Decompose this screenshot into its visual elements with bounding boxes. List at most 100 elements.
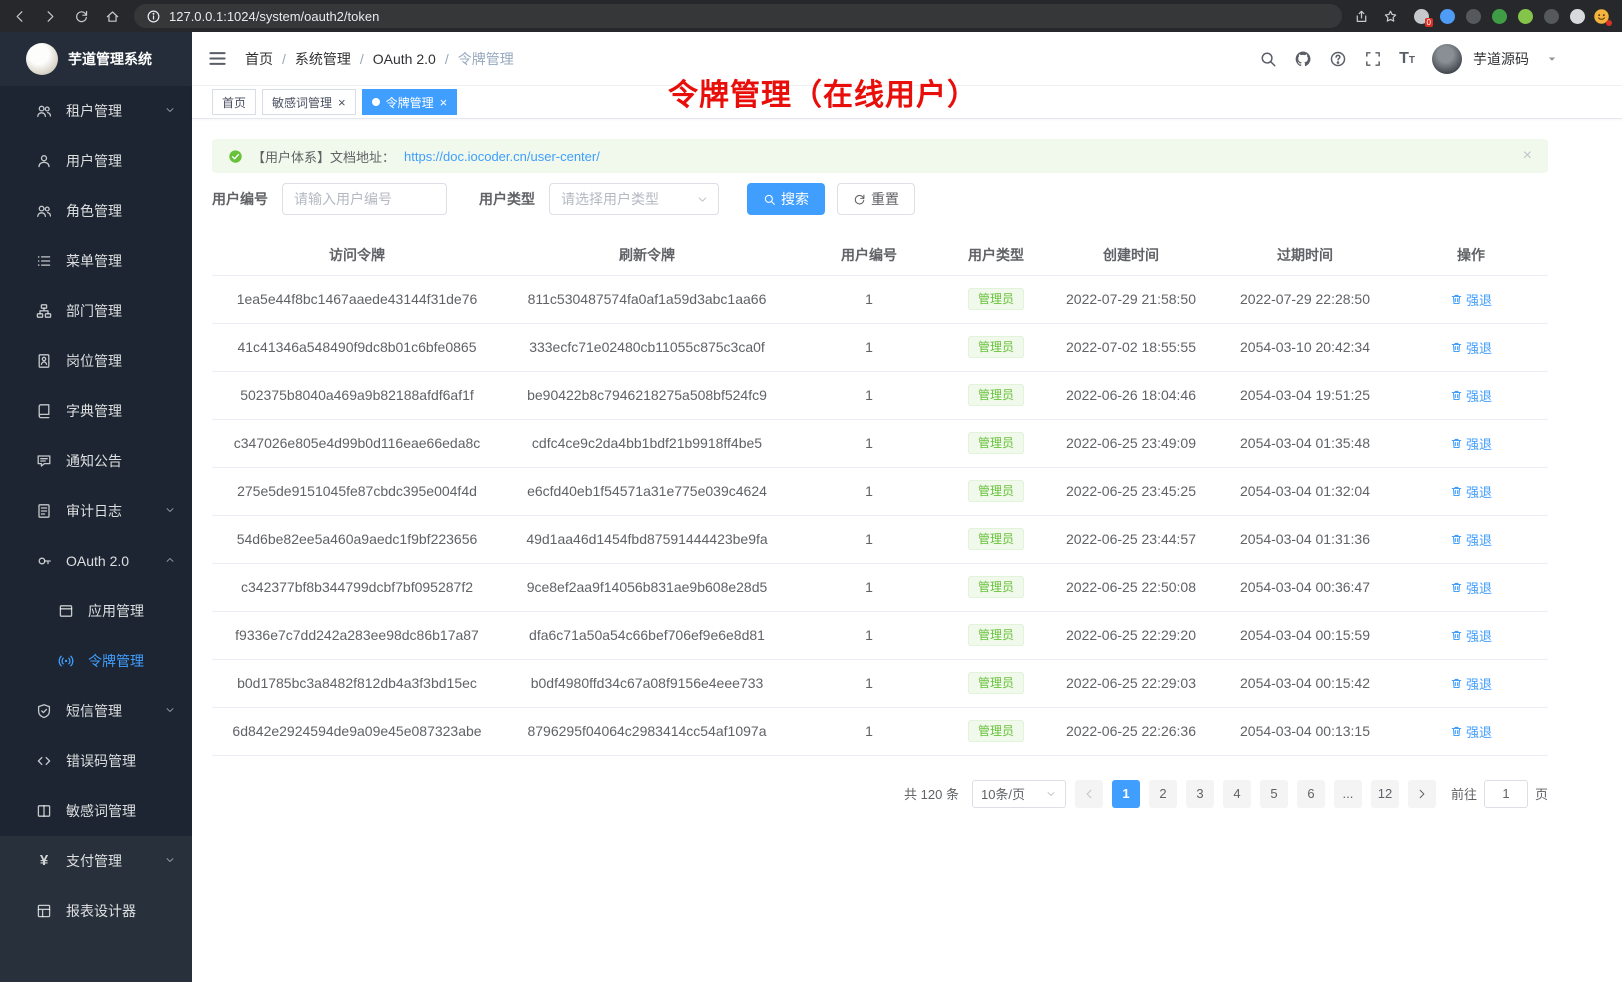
user-id-cell: 1 [792, 371, 946, 419]
column-header: 刷新令牌 [502, 235, 792, 275]
extension-2-icon[interactable] [1440, 9, 1455, 24]
tab-token[interactable]: 令牌管理× [362, 89, 458, 115]
tab-sensitive-word[interactable]: 敏感词管理× [262, 89, 356, 115]
refresh-token-cell: 811c530487574fa0af1a59d3abc1aa66 [502, 275, 792, 323]
reset-button[interactable]: 重置 [837, 183, 915, 215]
sidebar-item-post[interactable]: 岗位管理 [0, 336, 192, 386]
force-logout-button[interactable]: 强退 [1450, 434, 1492, 453]
page-button-5[interactable]: 5 [1260, 780, 1288, 808]
user-avatar[interactable] [1432, 44, 1462, 74]
sidebar-item-notice[interactable]: 通知公告 [0, 436, 192, 486]
page-button-12[interactable]: 12 [1371, 780, 1399, 808]
sidebar-item-report-designer[interactable]: 报表设计器 [0, 886, 192, 936]
force-logout-button[interactable]: 强退 [1450, 482, 1492, 501]
breadcrumb-item[interactable]: OAuth 2.0 [373, 51, 436, 67]
help-icon[interactable] [1329, 50, 1347, 68]
browser-profile-avatar[interactable] [1593, 8, 1610, 25]
page-button-2[interactable]: 2 [1149, 780, 1177, 808]
sidebar-item-user[interactable]: 用户管理 [0, 136, 192, 186]
force-logout-button[interactable]: 强退 [1450, 626, 1492, 645]
sidebar-item-menu[interactable]: 菜单管理 [0, 236, 192, 286]
extension-3-icon[interactable] [1466, 9, 1481, 24]
hamburger-icon[interactable] [208, 49, 227, 68]
fullscreen-icon[interactable] [1364, 50, 1382, 68]
caret-down-icon[interactable] [1546, 53, 1558, 65]
sidebar-item-dict[interactable]: 字典管理 [0, 386, 192, 436]
sidebar-item-oauth2-app[interactable]: 应用管理 [0, 586, 192, 636]
sidebar-item-sms[interactable]: 短信管理 [0, 686, 192, 736]
access-token-cell: b0d1785bc3a8482f812db4a3f3bd15ec [212, 659, 502, 707]
sidebar-item-dept[interactable]: 部门管理 [0, 286, 192, 336]
reload-icon[interactable] [74, 9, 89, 24]
font-size-icon[interactable]: TT [1399, 50, 1415, 68]
sidebar-item-audit-log[interactable]: 审计日志 [0, 486, 192, 536]
force-logout-label: 强退 [1466, 482, 1492, 501]
info-icon[interactable] [146, 9, 161, 24]
app-logo[interactable]: 芋道管理系统 [0, 32, 192, 86]
tab-home[interactable]: 首页 [212, 89, 256, 115]
create-time-cell: 2022-06-25 22:26:36 [1046, 707, 1216, 755]
sidebar-item-tenant[interactable]: 租户管理 [0, 86, 192, 136]
user-type-cell: 管理员 [946, 515, 1046, 563]
trash-icon [1450, 533, 1463, 546]
sidebar-item-label: 审计日志 [66, 501, 150, 521]
close-icon[interactable]: × [338, 96, 346, 109]
extension-7-icon[interactable] [1570, 9, 1585, 24]
force-logout-button[interactable]: 强退 [1450, 338, 1492, 357]
forward-icon[interactable] [43, 9, 58, 24]
prev-page-button[interactable] [1075, 780, 1103, 808]
force-logout-button[interactable]: 强退 [1450, 290, 1492, 309]
page-size-select[interactable]: 10条/页 [972, 780, 1066, 808]
url-bar[interactable]: 127.0.0.1:1024/system/oauth2/token [134, 4, 1342, 28]
page-button-6[interactable]: 6 [1297, 780, 1325, 808]
sidebar-item-role[interactable]: 角色管理 [0, 186, 192, 236]
table-row: 502375b8040a469a9b82188afdf6af1fbe90422b… [212, 371, 1548, 419]
app-title: 芋道管理系统 [68, 49, 152, 69]
extension-1-icon[interactable]: 0 [1414, 9, 1429, 24]
user-name[interactable]: 芋道源码 [1473, 49, 1529, 69]
action-cell: 强退 [1394, 275, 1548, 323]
sidebar-item-payment[interactable]: ¥支付管理 [0, 836, 192, 886]
extension-6-icon[interactable] [1544, 9, 1559, 24]
force-logout-button[interactable]: 强退 [1450, 578, 1492, 597]
doc-link[interactable]: https://doc.iocoder.cn/user-center/ [404, 149, 600, 164]
bookmark-star-icon[interactable] [1383, 9, 1398, 24]
goto-suffix: 页 [1535, 784, 1548, 803]
extension-5-icon[interactable] [1518, 9, 1533, 24]
user-id-cell: 1 [792, 515, 946, 563]
force-logout-button[interactable]: 强退 [1450, 386, 1492, 405]
breadcrumb-item[interactable]: 系统管理 [295, 49, 351, 69]
github-icon[interactable] [1294, 50, 1312, 68]
sidebar-item-sensitive-word[interactable]: 敏感词管理 [0, 786, 192, 836]
force-logout-label: 强退 [1466, 290, 1492, 309]
page-button-1[interactable]: 1 [1112, 780, 1140, 808]
page-button-3[interactable]: 3 [1186, 780, 1214, 808]
more-pages-button[interactable]: ... [1334, 780, 1362, 808]
screen: 127.0.0.1:1024/system/oauth2/token 0 芋道管… [0, 0, 1622, 982]
expire-time-cell: 2054-03-04 01:35:48 [1216, 419, 1394, 467]
share-icon[interactable] [1354, 9, 1369, 24]
url-text[interactable]: 127.0.0.1:1024/system/oauth2/token [169, 9, 379, 24]
user-type-cell: 管理员 [946, 659, 1046, 707]
sidebar-item-oauth2[interactable]: OAuth 2.0 [0, 536, 192, 586]
sidebar-item-error-code[interactable]: 错误码管理 [0, 736, 192, 786]
create-time-cell: 2022-06-25 22:50:08 [1046, 563, 1216, 611]
sidebar-item-oauth2-token[interactable]: 令牌管理 [0, 636, 192, 686]
back-icon[interactable] [12, 9, 27, 24]
role-icon [36, 203, 52, 219]
user-id-input[interactable] [282, 183, 447, 215]
home-icon[interactable] [105, 9, 120, 24]
search-button[interactable]: 搜索 [747, 183, 825, 215]
user-type-select[interactable]: 请选择用户类型 [549, 183, 719, 215]
force-logout-button[interactable]: 强退 [1450, 530, 1492, 549]
page-button-4[interactable]: 4 [1223, 780, 1251, 808]
breadcrumb-item[interactable]: 首页 [245, 49, 273, 69]
goto-page-input[interactable] [1484, 780, 1528, 808]
force-logout-button[interactable]: 强退 [1450, 722, 1492, 741]
extension-4-icon[interactable] [1492, 9, 1507, 24]
alert-close-icon[interactable]: × [1523, 148, 1532, 164]
force-logout-button[interactable]: 强退 [1450, 674, 1492, 693]
next-page-button[interactable] [1408, 780, 1436, 808]
search-icon[interactable] [1259, 50, 1277, 68]
close-icon[interactable]: × [440, 96, 448, 109]
